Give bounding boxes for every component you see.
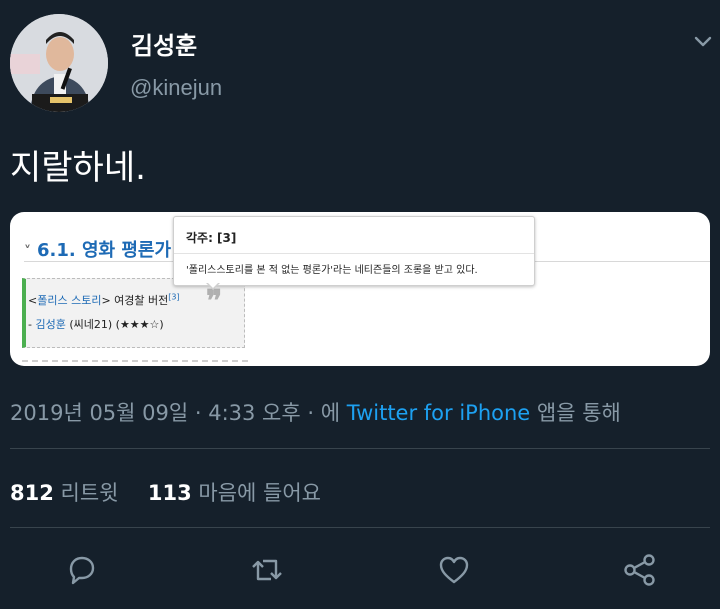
quote-prefix: < — [28, 294, 38, 307]
dashed-divider — [22, 360, 248, 362]
retweet-label: 리트윗 — [53, 481, 119, 505]
retweet-icon[interactable] — [249, 552, 285, 588]
like-icon[interactable] — [436, 552, 472, 588]
retweet-stat[interactable]: 812 리트윗 — [10, 481, 118, 505]
section-heading-text: 6.1. 영화 평론가 — [37, 240, 172, 261]
tooltip-title: 각주: [3] — [186, 231, 237, 245]
like-count: 113 — [147, 481, 192, 505]
share-icon[interactable] — [622, 552, 658, 588]
tweet-stats: 812 리트윗 113 마음에 들어요 — [10, 477, 321, 507]
footnote-ref: [3] — [168, 292, 180, 302]
critic-source: (씨네21) (★★★☆) — [65, 318, 164, 331]
like-label: 마음에 들어요 — [191, 481, 321, 505]
source-suffix: 앱을 통해 — [530, 401, 621, 425]
movie-title-link: 폴리스 스토리 — [37, 294, 102, 307]
avatar[interactable] — [10, 14, 108, 112]
chevron-down-icon[interactable] — [692, 30, 714, 52]
tweet-meta: 2019년 05월 09일 · 4:33 오후 · 에 Twitter for … — [10, 397, 621, 427]
tweet-timestamp: 2019년 05월 09일 · 4:33 오후 · 에 — [10, 401, 347, 425]
avatar-image — [10, 14, 108, 112]
divider — [10, 448, 710, 449]
section-heading: ˅ 6.1. 영화 평론가 — [24, 236, 171, 262]
reply-icon[interactable] — [63, 552, 99, 588]
retweet-count: 812 — [10, 481, 54, 505]
like-stat[interactable]: 113 마음에 들어요 — [148, 481, 321, 505]
author-display-name[interactable]: 김성훈 — [131, 26, 197, 61]
tooltip-tail — [206, 282, 220, 290]
quote-line-title: <폴리스 스토리> 여경찰 버전[3] — [28, 292, 180, 308]
tweet-image[interactable]: ˅ 6.1. 영화 평론가 <폴리스 스토리> 여경찰 버전[3] - 김성훈 (… — [10, 212, 710, 366]
source-app-link[interactable]: Twitter for iPhone — [347, 401, 531, 425]
tooltip-separator — [174, 253, 534, 254]
quote-line-critic: - 김성훈 (씨네21) (★★★☆) — [28, 316, 164, 332]
action-bar — [0, 552, 720, 592]
tweet-text: 지랄하네. — [10, 148, 146, 188]
collapse-arrow-icon: ˅ — [24, 244, 31, 260]
divider — [10, 527, 710, 528]
footnote-tooltip: 각주: [3] '폴리스스토리를 본 적 없는 평론가'라는 네티즌들의 조롱을… — [173, 216, 535, 286]
author-handle[interactable]: @kinejun — [130, 75, 222, 101]
critic-link: 김성훈 — [35, 318, 66, 331]
tooltip-body: '폴리스스토리를 본 적 없는 평론가'라는 네티즌들의 조롱을 받고 있다. — [186, 265, 478, 276]
quote-suffix: > 여경찰 버전 — [101, 294, 169, 307]
